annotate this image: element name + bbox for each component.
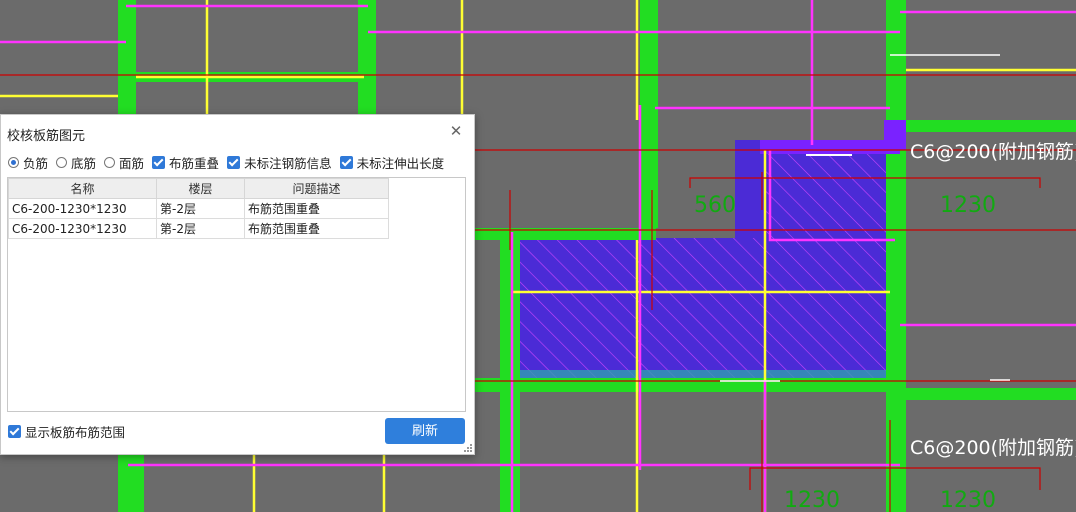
issue-table: 名称 楼层 问题描述 C6-200-1230*1230 第-2层 布筋范围重叠 …	[7, 177, 466, 412]
cell-issue[interactable]: 布筋范围重叠	[244, 198, 389, 219]
radio-bottom-rebar-label: 底筋	[71, 156, 97, 171]
resize-grip-icon[interactable]	[464, 444, 472, 452]
refresh-button[interactable]: 刷新	[385, 418, 465, 444]
table-row[interactable]: C6-200-1230*1230 第-2层 布筋范围重叠	[8, 218, 389, 239]
checkbox-unmarked-length-label: 未标注伸出长度	[356, 156, 445, 171]
radio-top-rebar-label: 面筋	[119, 156, 145, 171]
checkbox-show-range[interactable]: 显示板筋布筋范围	[8, 422, 125, 441]
checkbox-checked-icon[interactable]	[227, 156, 241, 169]
cell-name[interactable]: C6-200-1230*1230	[8, 198, 157, 219]
filter-options: 负筋 底筋 面筋 布筋重叠 未标注钢筋信息 未标注伸出长度	[8, 153, 452, 172]
radio-bottom-rebar[interactable]: 底筋	[56, 153, 96, 172]
rebar-label-top[interactable]: C6@200(附加钢筋)	[910, 141, 1076, 163]
dimension-1230-bottom-right: 1230	[940, 488, 996, 512]
checkbox-checked-icon[interactable]	[8, 425, 21, 438]
checkbox-overlap-label: 布筋重叠	[169, 156, 220, 171]
dialog-title: 校核板筋图元	[7, 129, 86, 144]
close-icon[interactable]: ✕	[448, 123, 464, 139]
checkbox-unmarked-length[interactable]: 未标注伸出长度	[339, 153, 445, 172]
cell-issue[interactable]: 布筋范围重叠	[244, 218, 389, 239]
column-header-floor[interactable]: 楼层	[156, 178, 245, 199]
column-header-name[interactable]: 名称	[8, 178, 157, 199]
radio-negative-rebar-label: 负筋	[23, 156, 49, 171]
checkbox-checked-icon[interactable]	[152, 156, 166, 169]
dimension-560: 560	[694, 193, 736, 218]
rebar-label-bottom[interactable]: C6@200(附加钢筋)	[910, 437, 1076, 459]
checkbox-checked-icon[interactable]	[339, 156, 353, 169]
cell-floor[interactable]: 第-2层	[156, 218, 245, 239]
dimension-1230-top: 1230	[940, 193, 996, 218]
radio-unselected-icon[interactable]	[104, 157, 116, 168]
cell-floor[interactable]: 第-2层	[156, 198, 245, 219]
radio-selected-icon[interactable]	[8, 157, 19, 168]
dimension-1230-bottom-left: 1230	[784, 488, 840, 512]
table-row[interactable]: C6-200-1230*1230 第-2层 布筋范围重叠	[8, 198, 389, 219]
check-slab-rebar-dialog: 校核板筋图元 ✕ 负筋 底筋 面筋 布筋重叠 未标注钢筋信息 未标注伸出长度 名…	[0, 114, 475, 455]
table-header-row: 名称 楼层 问题描述	[8, 178, 389, 199]
column-header-issue[interactable]: 问题描述	[244, 178, 389, 199]
cell-name[interactable]: C6-200-1230*1230	[8, 218, 157, 239]
radio-unselected-icon[interactable]	[56, 157, 68, 168]
checkbox-show-range-label: 显示板筋布筋范围	[25, 425, 126, 440]
checkbox-overlap[interactable]: 布筋重叠	[152, 153, 219, 172]
checkbox-unmarked-info-label: 未标注钢筋信息	[244, 156, 332, 171]
slab-rebar-range[interactable]	[512, 140, 890, 382]
radio-top-rebar[interactable]: 面筋	[104, 153, 144, 172]
radio-negative-rebar[interactable]: 负筋	[8, 153, 48, 172]
checkbox-unmarked-info[interactable]: 未标注钢筋信息	[227, 153, 332, 172]
